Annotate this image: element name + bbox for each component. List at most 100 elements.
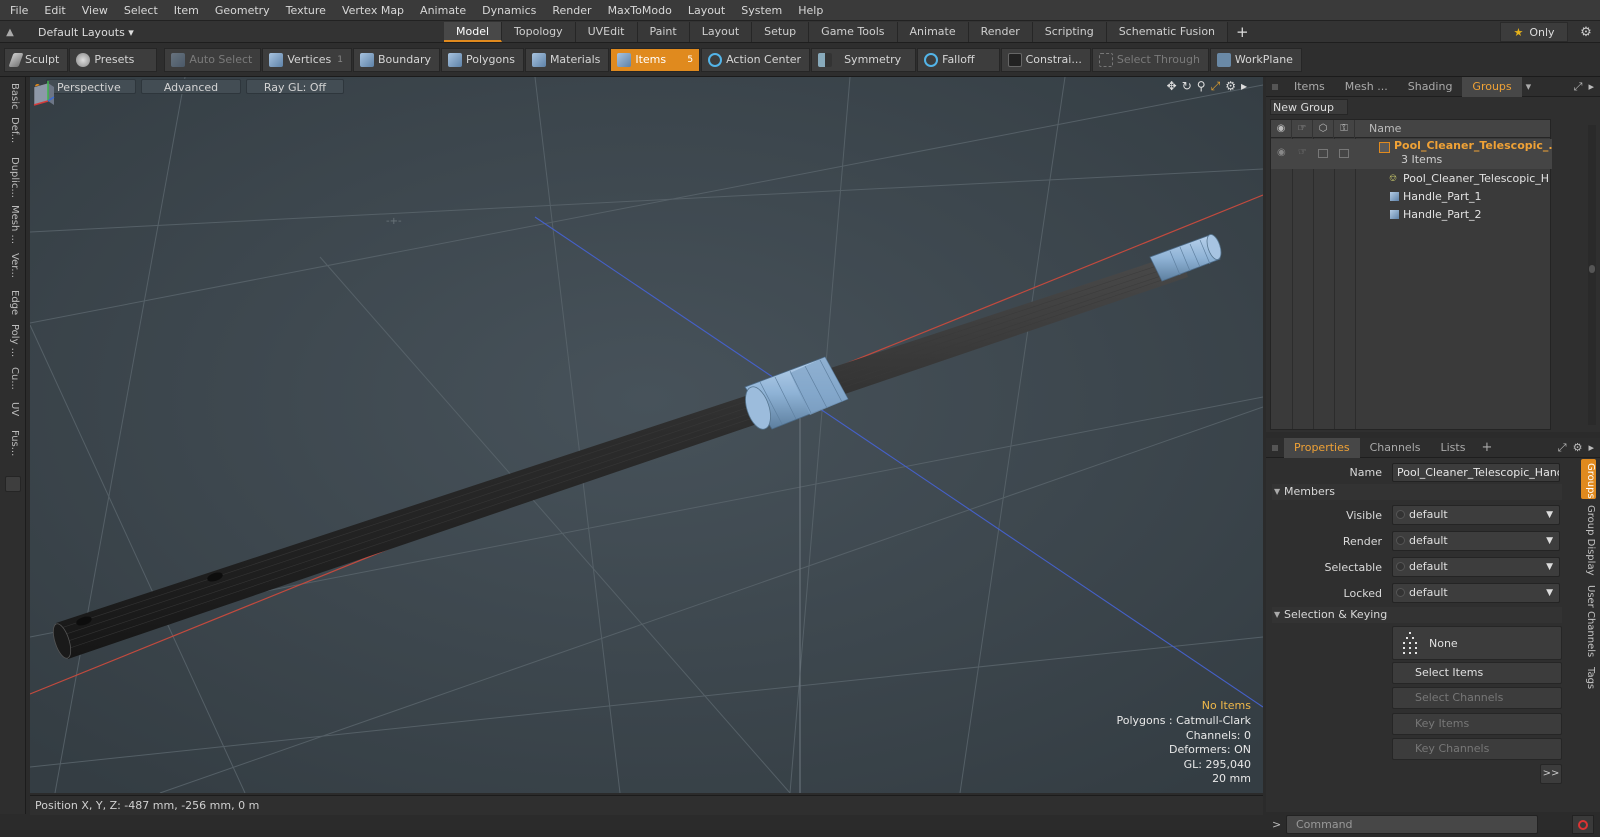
menu-file[interactable]: File xyxy=(0,0,36,21)
menu-maxtomodo[interactable]: MaxToModo xyxy=(600,0,680,21)
tree-item-handle-part-1[interactable]: Handle_Part_1 xyxy=(1271,188,1552,206)
select-through-button[interactable]: Select Through xyxy=(1091,47,1209,72)
group-render-icon[interactable]: ☞ xyxy=(1298,147,1307,158)
menu-vertex-map[interactable]: Vertex Map xyxy=(334,0,412,21)
menu-system[interactable]: System xyxy=(733,0,790,21)
left-strip-toggle-button[interactable] xyxy=(5,476,21,492)
tab-layout[interactable]: Layout xyxy=(689,22,753,42)
tab-topology[interactable]: Topology xyxy=(502,22,576,42)
tab-schematic-fusion[interactable]: Schematic Fusion xyxy=(1106,22,1229,42)
tab-model[interactable]: Model xyxy=(444,22,503,42)
left-tab-polygon[interactable]: Poly ... xyxy=(4,324,20,362)
tab-game-tools[interactable]: Game Tools xyxy=(809,22,898,42)
menu-layout[interactable]: Layout xyxy=(680,0,733,21)
none-preset-button[interactable]: None xyxy=(1392,626,1562,660)
boundary-button[interactable]: Boundary xyxy=(353,47,440,72)
visible-select[interactable]: default ▼ xyxy=(1392,505,1560,525)
fit-view-icon[interactable]: ⤢ xyxy=(1211,79,1221,94)
symmetry-button[interactable]: Symmetry xyxy=(811,47,917,72)
add-tab-plus-icon[interactable]: + xyxy=(1475,438,1498,458)
tab-channels[interactable]: Channels xyxy=(1360,438,1431,458)
menu-geometry[interactable]: Geometry xyxy=(207,0,278,21)
render-select[interactable]: default ▼ xyxy=(1392,531,1560,551)
tab-mesh[interactable]: Mesh ... xyxy=(1335,77,1398,97)
lock-column-icon[interactable]: ⚿ xyxy=(1334,119,1355,138)
maximize-panel-icon[interactable]: ⤢ xyxy=(1574,80,1583,94)
home-icon[interactable]: ▲ xyxy=(0,21,20,43)
props-menu-dot[interactable] xyxy=(1272,444,1278,451)
auto-select-button[interactable]: Auto Select xyxy=(164,47,262,72)
layout-selector-label[interactable]: Default Layouts ▾ xyxy=(20,26,134,39)
visibility-column-eye-icon[interactable]: ◉ xyxy=(1271,119,1292,138)
tab-uvedit[interactable]: UVEdit xyxy=(575,22,638,42)
action-center-button[interactable]: Action Center xyxy=(701,47,811,72)
panel-menu-dot[interactable] xyxy=(1272,83,1278,90)
left-tab-uv[interactable]: UV xyxy=(4,402,20,424)
side-tab-group-display[interactable]: Group Display xyxy=(1581,505,1596,575)
menu-view[interactable]: View xyxy=(74,0,116,21)
key-channels-button[interactable]: Key Channels xyxy=(1392,738,1562,760)
group-visibility-eye-icon[interactable]: ◉ xyxy=(1277,147,1286,158)
more-options-button[interactable]: >> xyxy=(1540,764,1562,784)
panel-arrow-icon[interactable]: ▸ xyxy=(1588,80,1594,94)
select-items-button[interactable]: Select Items xyxy=(1392,662,1562,684)
record-command-button[interactable] xyxy=(1572,815,1594,834)
groups-scrollbar-thumb[interactable] xyxy=(1589,265,1595,273)
3d-viewport[interactable]: -+- Perspective Advanced Ray GL: Off ✥ ↻… xyxy=(30,77,1263,793)
name-field[interactable]: Pool_Cleaner_Telescopic_Handle xyxy=(1392,462,1560,482)
workplane-button[interactable]: WorkPlane xyxy=(1209,47,1302,72)
menu-help[interactable]: Help xyxy=(790,0,831,21)
props-arrow-icon[interactable]: ▸ xyxy=(1588,441,1594,455)
left-tab-deform[interactable]: Def... xyxy=(4,117,20,149)
tab-groups[interactable]: Groups xyxy=(1462,76,1522,97)
render-column-icon[interactable]: ☞ xyxy=(1292,119,1313,138)
tab-items[interactable]: Items xyxy=(1284,77,1335,97)
command-input[interactable]: Command xyxy=(1286,815,1538,834)
viewport-settings-gear-icon[interactable]: ⚙ xyxy=(1225,79,1236,94)
presets-button[interactable]: Presets xyxy=(69,47,158,72)
materials-button[interactable]: Materials xyxy=(524,47,610,72)
menu-texture[interactable]: Texture xyxy=(278,0,334,21)
tab-render[interactable]: Render xyxy=(968,22,1033,42)
left-tab-mesh[interactable]: Mesh ... xyxy=(4,205,20,247)
move-view-icon[interactable]: ✥ xyxy=(1167,79,1177,94)
more-tabs-chevron-icon[interactable]: ▾ xyxy=(1522,77,1536,97)
menu-edit[interactable]: Edit xyxy=(36,0,73,21)
viewport-expand-arrow-icon[interactable]: ▸ xyxy=(1241,79,1247,94)
tab-paint[interactable]: Paint xyxy=(637,22,690,42)
polygons-button[interactable]: Polygons xyxy=(440,47,524,72)
selectable-select[interactable]: default ▼ xyxy=(1392,557,1560,577)
menu-animate[interactable]: Animate xyxy=(412,0,474,21)
layout-selector[interactable]: ▲ Default Layouts ▾ xyxy=(0,21,134,43)
menu-render[interactable]: Render xyxy=(544,0,599,21)
members-section-header[interactable]: ▼ Members xyxy=(1272,484,1562,500)
select-column-icon[interactable]: ⬡ xyxy=(1313,119,1334,138)
side-tab-groups[interactable]: Groups xyxy=(1581,459,1596,499)
raygl-dropdown[interactable]: Ray GL: Off xyxy=(246,78,344,94)
locked-select[interactable]: default ▼ xyxy=(1392,583,1560,603)
add-tab-icon[interactable]: + xyxy=(1228,22,1257,42)
tab-lists[interactable]: Lists xyxy=(1431,438,1476,458)
left-tab-vertex[interactable]: Ver... xyxy=(4,253,20,285)
tab-shading[interactable]: Shading xyxy=(1398,77,1463,97)
zoom-view-icon[interactable]: ⚲ xyxy=(1197,79,1206,94)
side-tab-user-channels[interactable]: User Channels xyxy=(1581,585,1596,657)
falloff-button[interactable]: Falloff xyxy=(917,47,1000,72)
rotate-view-icon[interactable]: ↻ xyxy=(1182,79,1192,94)
tab-setup[interactable]: Setup xyxy=(752,22,810,42)
group-row[interactable]: ◉ ☞ Pool_Cleaner_Telescopic_... 3 Items xyxy=(1271,139,1552,169)
groups-scrollbar[interactable] xyxy=(1588,125,1596,425)
menu-select[interactable]: Select xyxy=(116,0,166,21)
side-tab-tags[interactable]: Tags xyxy=(1581,667,1596,697)
key-items-button[interactable]: Key Items xyxy=(1392,713,1562,735)
items-button[interactable]: Items 5 xyxy=(610,47,701,72)
maximize-props-icon[interactable]: ⤢ xyxy=(1558,441,1567,455)
menu-item[interactable]: Item xyxy=(166,0,207,21)
gear-icon[interactable]: ⚙ xyxy=(1576,22,1596,42)
tab-scripting[interactable]: Scripting xyxy=(1032,22,1107,42)
sculpt-button[interactable]: Sculpt xyxy=(4,47,69,72)
vertices-button[interactable]: Vertices 1 xyxy=(262,47,352,72)
left-tab-curve[interactable]: Cu... xyxy=(4,367,20,397)
tab-properties[interactable]: Properties xyxy=(1284,437,1360,458)
props-gear-icon[interactable]: ⚙ xyxy=(1573,441,1583,455)
